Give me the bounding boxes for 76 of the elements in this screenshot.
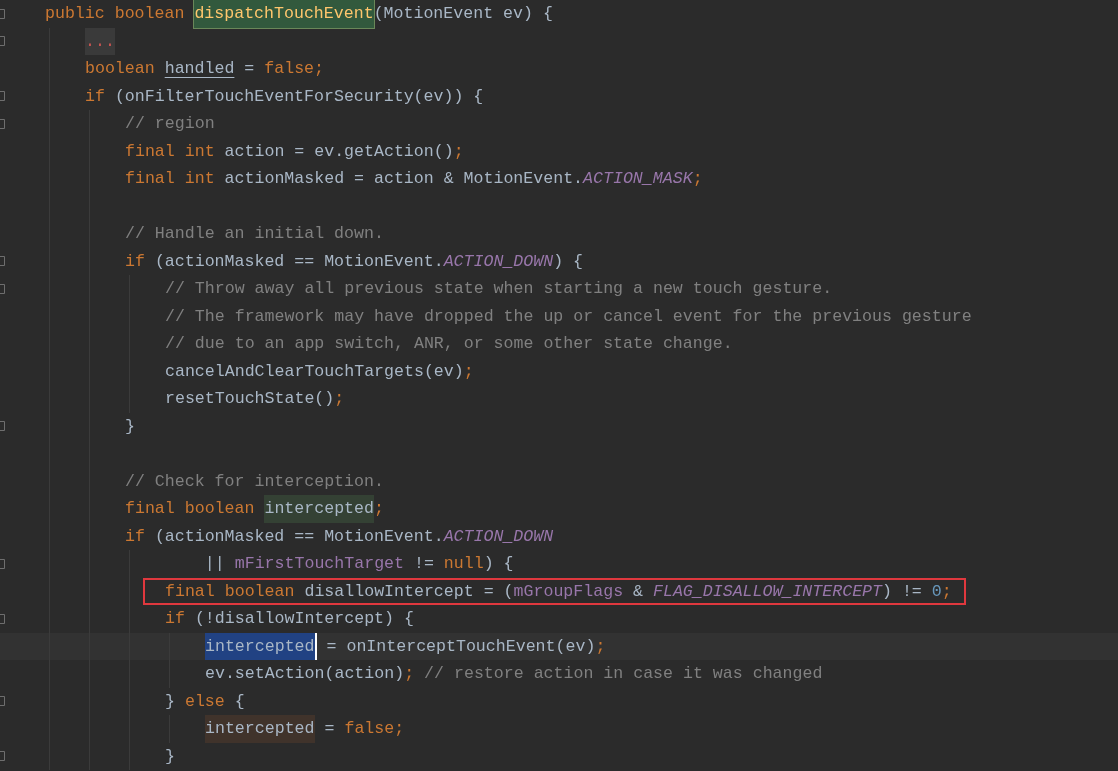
keyword: if xyxy=(125,525,146,548)
keyword: if xyxy=(165,608,186,630)
code-comment: // The framework may have dropped the up or cancel event for the previous gesture xyxy=(165,305,972,328)
field-name: mFirstTouchTarget xyxy=(234,553,404,575)
fold-marker-icon[interactable] xyxy=(0,256,5,267)
underlined-variable: handled xyxy=(164,58,235,80)
code-comment: // restore action in case it was changed xyxy=(424,663,823,685)
keyword: ; xyxy=(453,140,464,163)
code-comment: // due to an app switch, ANR, or some other state change. xyxy=(165,333,733,355)
fold-marker-icon[interactable] xyxy=(0,421,5,432)
code-text: } xyxy=(165,745,175,768)
constant-name: ACTION_MASK xyxy=(583,168,693,190)
keyword: boolean xyxy=(85,58,156,80)
number-literal: 0 xyxy=(931,580,942,603)
fold-marker-icon[interactable] xyxy=(0,558,5,569)
code-text: (MotionEvent ev) { xyxy=(373,3,553,25)
highlighted-variable: intercepted xyxy=(205,715,315,743)
code-text: } xyxy=(165,690,176,713)
keyword: final int xyxy=(125,168,216,190)
keyword: ; xyxy=(463,360,474,383)
fold-marker-icon[interactable] xyxy=(0,751,5,762)
fold-marker-icon[interactable] xyxy=(0,118,5,129)
code-text: ) != xyxy=(882,580,923,603)
keyword: ; xyxy=(941,580,952,603)
keyword: false; xyxy=(264,58,324,80)
keyword: final boolean xyxy=(125,498,256,520)
keyword: final boolean xyxy=(165,580,296,603)
code-text: resetTouchState() xyxy=(165,388,335,410)
keyword: if xyxy=(125,250,146,273)
fold-marker-icon[interactable] xyxy=(0,91,5,102)
keyword: ; xyxy=(334,388,345,410)
code-text: = onInterceptTouchEvent(ev) xyxy=(325,635,596,658)
fold-marker-icon[interactable] xyxy=(0,696,5,707)
code-text: { xyxy=(234,690,245,713)
code-comment: // Check for interception. xyxy=(125,470,384,493)
code-text: != xyxy=(412,553,435,575)
fold-marker-icon[interactable] xyxy=(0,8,5,19)
fold-marker-icon[interactable] xyxy=(0,613,5,624)
selected-text: intercepted xyxy=(205,632,317,660)
keyword: if xyxy=(85,85,106,108)
code-text: } xyxy=(125,415,135,438)
code-text: action = ev.getAction() xyxy=(224,140,454,163)
code-text: & xyxy=(632,580,644,603)
constant-name: ACTION_DOWN xyxy=(443,250,554,273)
fold-marker-icon[interactable] xyxy=(0,283,5,294)
code-text: = xyxy=(323,718,336,740)
keyword: ; xyxy=(404,663,416,685)
code-text: (actionMasked == MotionEvent. xyxy=(154,250,444,273)
code-comment: // Handle an initial down. xyxy=(125,223,384,245)
code-text: disallowIntercept = ( xyxy=(304,580,514,603)
code-text: ev.setAction(action) xyxy=(205,663,405,685)
constant-name: FLAG_DISALLOW_INTERCEPT xyxy=(652,580,882,603)
keyword: ; xyxy=(595,635,606,658)
keyword: public boolean xyxy=(45,3,186,25)
code-text: ) { xyxy=(553,250,584,273)
highlighted-method-name: dispatchTouchEvent xyxy=(194,0,374,28)
code-comment: // region xyxy=(125,113,215,135)
code-text: ) { xyxy=(483,553,514,575)
keyword: final int xyxy=(125,140,216,163)
folded-code: ... xyxy=(85,27,115,55)
fold-marker-icon[interactable] xyxy=(0,36,5,47)
keyword: ; xyxy=(373,498,384,520)
code-text: || xyxy=(203,553,226,575)
field-name: mGroupFlags xyxy=(513,580,624,603)
code-text: (!disallowIntercept) { xyxy=(194,608,414,630)
code-comment: // Throw away all previous state when starting a new touch gesture. xyxy=(165,278,833,300)
code-text: (actionMasked == MotionEvent. xyxy=(154,525,444,548)
keyword: false; xyxy=(344,718,405,740)
keyword: ; xyxy=(692,168,703,190)
keyword: null xyxy=(443,553,484,575)
constant-name: ACTION_DOWN xyxy=(443,525,554,548)
code-text: = xyxy=(243,58,256,80)
code-text: (onFilterTouchEventForSecurity(ev)) { xyxy=(114,85,484,108)
highlighted-variable: intercepted xyxy=(264,495,374,523)
code-text: cancelAndClearTouchTargets(ev) xyxy=(165,360,464,383)
keyword: else xyxy=(184,690,226,713)
